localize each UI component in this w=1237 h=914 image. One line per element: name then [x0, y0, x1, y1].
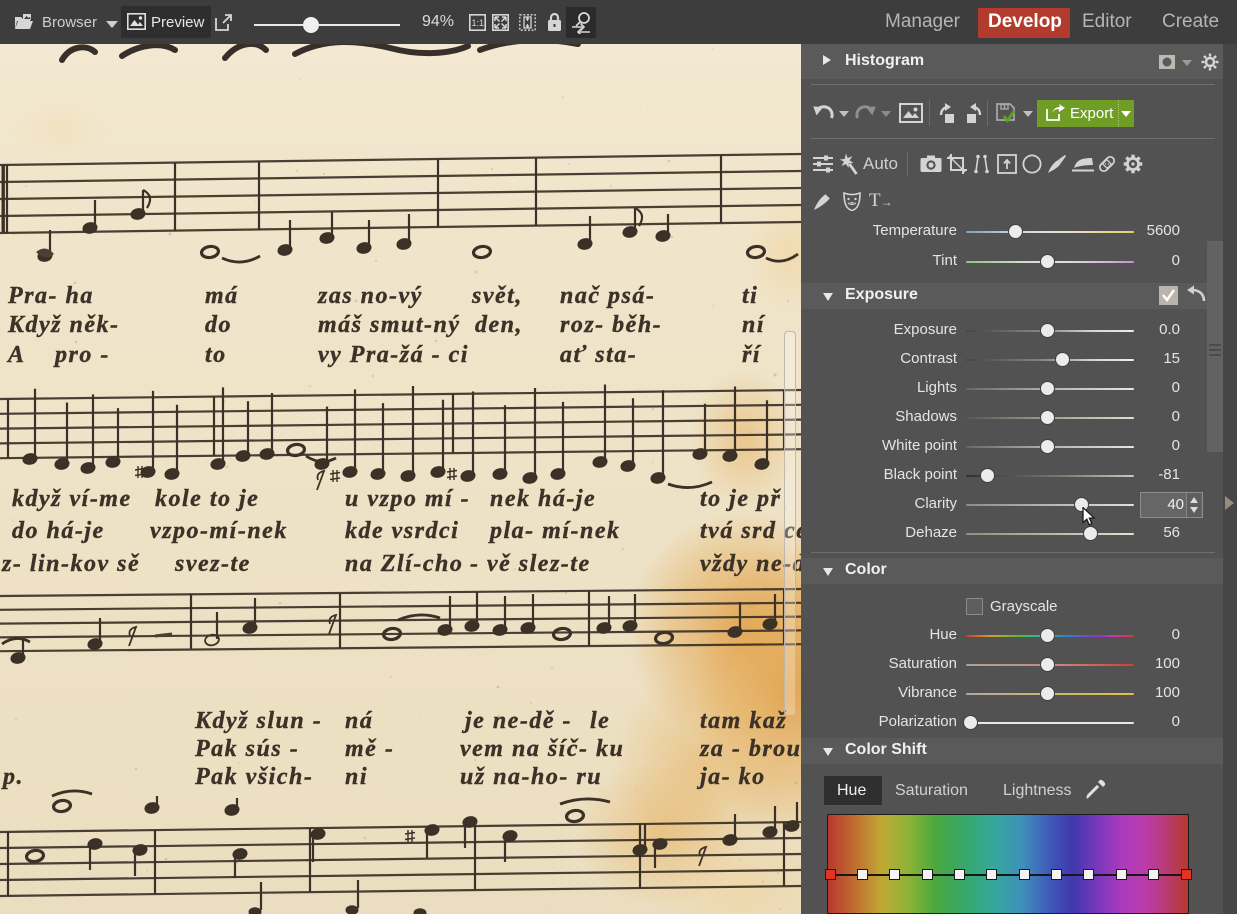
- svg-text:kde vsrdci: kde vsrdci: [345, 518, 459, 544]
- svg-text:nek há-je: nek há-je: [490, 486, 596, 512]
- svg-text:le: le: [590, 708, 610, 734]
- svg-text:A: A: [6, 342, 26, 368]
- svg-text:na Zlí-cho: na Zlí-cho: [345, 551, 463, 577]
- svg-text:ja- ko: ja- ko: [696, 764, 766, 790]
- svg-text:Pra- ha: Pra- ha: [7, 283, 94, 309]
- svg-text:kole to je: kole to je: [155, 486, 259, 512]
- svg-text:když ví-me: když ví-me: [12, 486, 132, 512]
- svg-text:za - brou: za - brou: [699, 736, 801, 762]
- svg-text:máš smut-ný: máš smut-ný: [318, 312, 461, 338]
- svg-text:z- lin-kov sě: z- lin-kov sě: [1, 551, 140, 577]
- svg-text:vy Pra-žá - ci: vy Pra-žá - ci: [318, 342, 469, 368]
- svg-text:to je př: to je př: [700, 486, 781, 512]
- svg-text:ni: ni: [345, 764, 368, 790]
- svg-text:tam kaž: tam kaž: [700, 708, 787, 734]
- svg-text:- vě slez-te: - vě slez-te: [470, 551, 591, 577]
- svg-text:vem na šíč- ku: vem na šíč- ku: [460, 736, 624, 762]
- svg-text:ná: ná: [345, 708, 373, 734]
- svg-text:vzpo-mí-nek: vzpo-mí-nek: [150, 518, 288, 544]
- svg-text:má: má: [205, 283, 239, 309]
- svg-text:den,: den,: [475, 312, 523, 338]
- svg-text:je ne-dě -: je ne-dě -: [461, 708, 572, 734]
- svg-text:pla- mí-nek: pla- mí-nek: [488, 518, 621, 544]
- svg-text:Když slun -: Když slun -: [194, 708, 322, 734]
- svg-text:ní: ní: [742, 312, 766, 338]
- svg-text:zas no-vý: zas no-vý: [317, 283, 423, 309]
- svg-text:ti: ti: [742, 283, 758, 309]
- svg-text:ří: ří: [742, 342, 762, 368]
- svg-text:Pak všich-: Pak všich-: [194, 764, 313, 790]
- svg-text:svez-te: svez-te: [174, 551, 251, 577]
- svg-text:už na-ho- ru: už na-ho- ru: [460, 764, 602, 790]
- svg-text:ať sta-: ať sta-: [560, 342, 637, 368]
- svg-text:Pak sús -: Pak sús -: [194, 736, 299, 762]
- svg-text:roz- běh-: roz- běh-: [560, 312, 662, 338]
- svg-text:do há-je: do há-je: [12, 518, 105, 544]
- svg-text:pro -: pro -: [53, 342, 110, 368]
- svg-text:p.: p.: [1, 764, 24, 790]
- svg-text:Když něk-: Když něk-: [7, 312, 120, 338]
- svg-text:svět,: svět,: [471, 283, 523, 309]
- svg-text:1:1: 1:1: [472, 18, 485, 28]
- svg-text:do: do: [205, 312, 232, 338]
- svg-text:u vzpo mí -: u vzpo mí -: [345, 486, 470, 512]
- svg-text:to: to: [205, 342, 227, 368]
- svg-text:mě -: mě -: [345, 736, 394, 762]
- svg-text:nač psá-: nač psá-: [560, 283, 655, 309]
